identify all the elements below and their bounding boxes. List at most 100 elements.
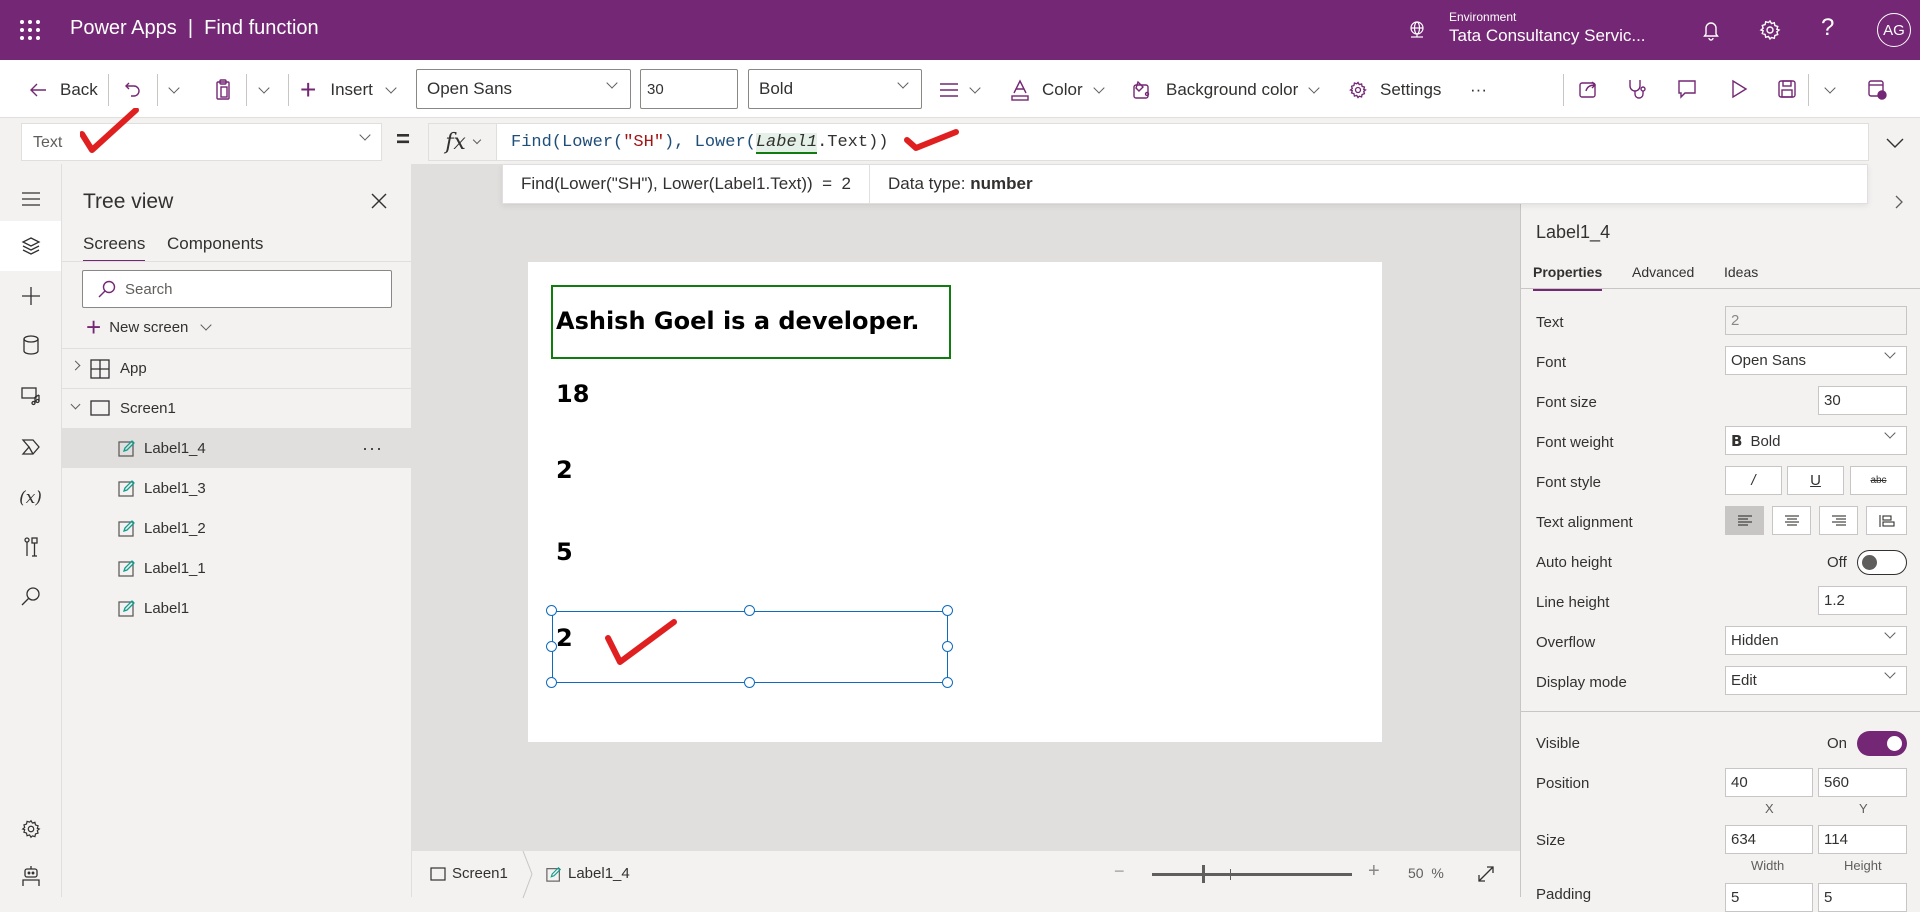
display-mode-prop-select[interactable]: Edit <box>1725 666 1907 695</box>
align-button[interactable] <box>939 78 981 102</box>
resize-handle[interactable] <box>744 677 755 688</box>
settings-nav-button[interactable] <box>0 804 61 854</box>
resize-handle[interactable] <box>942 677 953 688</box>
power-automate-nav-button[interactable] <box>0 422 61 472</box>
screen1-canvas[interactable]: Ashish Goel is a developer. 18 2 5 2 <box>528 262 1382 742</box>
resize-handle[interactable] <box>942 641 953 652</box>
help-icon[interactable]: ? <box>1821 14 1834 42</box>
publish-icon[interactable] <box>1866 78 1888 100</box>
resize-handle[interactable] <box>546 605 557 616</box>
font-weight-prop-select[interactable]: B Bold <box>1725 426 1907 455</box>
tree-node-label1-1[interactable]: Label1_1 <box>62 548 412 588</box>
share-icon[interactable] <box>1578 78 1600 100</box>
close-icon[interactable] <box>370 192 388 210</box>
undo-button[interactable] <box>123 78 143 102</box>
zoom-out-button[interactable]: − <box>1114 861 1125 882</box>
italic-button[interactable]: / <box>1725 466 1782 495</box>
insert-nav-button[interactable] <box>0 271 61 321</box>
app-checker-icon[interactable] <box>1626 78 1648 100</box>
settings-button[interactable]: Settings <box>1348 78 1441 102</box>
size-width-input[interactable]: 634 <box>1725 825 1813 854</box>
breadcrumb-screen[interactable]: Screen1 <box>430 865 508 882</box>
overflow-prop-select[interactable]: Hidden <box>1725 626 1907 655</box>
color-button[interactable]: Color <box>1010 78 1105 102</box>
paste-dropdown[interactable] <box>258 78 270 102</box>
variables-nav-button[interactable]: (x) <box>0 473 61 523</box>
tree-node-screen[interactable]: Screen1 <box>62 388 412 428</box>
font-size-prop-input[interactable]: 30 <box>1818 386 1907 415</box>
size-height-input[interactable]: 114 <box>1818 825 1907 854</box>
background-color-button[interactable]: Background color <box>1132 78 1320 102</box>
insert-button[interactable]: + Insert <box>300 76 397 104</box>
tree-node-label1-3[interactable]: Label1_3 <box>62 468 412 508</box>
back-button[interactable]: Back <box>28 78 98 102</box>
zoom-slider-thumb[interactable] <box>1202 865 1205 883</box>
tab-components[interactable]: Components <box>167 234 263 260</box>
tab-ideas[interactable]: Ideas <box>1724 264 1758 288</box>
label1-3-text[interactable]: 5 <box>556 538 573 566</box>
data-nav-button[interactable] <box>0 320 61 370</box>
line-height-prop-input[interactable]: 1.2 <box>1818 586 1907 615</box>
font-prop-select[interactable]: Open Sans <box>1725 346 1907 375</box>
padding-top-input[interactable]: 5 <box>1725 883 1813 912</box>
bell-icon[interactable] <box>1699 18 1723 42</box>
gear-icon[interactable] <box>1758 18 1782 42</box>
selected-control-name[interactable]: Label1_4 <box>1536 222 1610 243</box>
resize-handle[interactable] <box>744 605 755 616</box>
position-x-input[interactable]: 40 <box>1725 768 1813 797</box>
chevron-right-icon[interactable] <box>70 360 81 371</box>
tree-node-app[interactable]: App <box>62 348 412 388</box>
fit-to-window-icon[interactable] <box>1476 864 1496 884</box>
chevron-right-icon[interactable] <box>1891 194 1907 210</box>
environment-name[interactable]: Tata Consultancy Servic... <box>1449 26 1646 46</box>
media-nav-button[interactable] <box>0 371 61 421</box>
tree-node-label1[interactable]: Label1 <box>62 588 412 628</box>
search-nav-button[interactable] <box>0 571 61 621</box>
font-weight-select[interactable]: Bold <box>748 69 922 109</box>
align-left-button[interactable] <box>1725 506 1764 535</box>
paste-button[interactable] <box>213 78 233 102</box>
breadcrumb-control[interactable]: Label1_4 <box>546 865 630 882</box>
resize-handle[interactable] <box>942 605 953 616</box>
formula-input[interactable]: Find(Lower("SH"), Lower(Label1.Text)) <box>496 123 1869 161</box>
text-prop-input[interactable]: 2 <box>1725 306 1907 335</box>
strikethrough-button[interactable]: abc <box>1850 466 1907 495</box>
tab-properties[interactable]: Properties <box>1533 264 1603 291</box>
tab-screens[interactable]: Screens <box>83 234 146 262</box>
comment-icon[interactable] <box>1676 78 1698 100</box>
save-dropdown[interactable] <box>1824 78 1836 102</box>
menu-button[interactable] <box>0 174 61 224</box>
auto-height-toggle[interactable] <box>1857 550 1907 575</box>
resize-handle[interactable] <box>546 677 557 688</box>
app-launcher-icon[interactable] <box>20 20 40 40</box>
resize-handle[interactable] <box>546 641 557 652</box>
chevron-down-icon[interactable] <box>1880 128 1910 158</box>
label1-2-text[interactable]: 2 <box>556 456 573 484</box>
padding-bottom-input[interactable]: 5 <box>1818 883 1907 912</box>
font-size-input[interactable]: 30 <box>640 69 738 109</box>
tree-node-label1-4[interactable]: Label1_4 ··· <box>62 428 412 468</box>
play-icon[interactable] <box>1728 78 1750 100</box>
align-justify-button[interactable] <box>1866 506 1907 535</box>
undo-dropdown[interactable] <box>168 78 180 102</box>
visible-toggle[interactable] <box>1857 731 1907 756</box>
zoom-slider[interactable] <box>1152 865 1352 883</box>
save-icon[interactable] <box>1776 78 1798 100</box>
more-commands-button[interactable]: ··· <box>1470 78 1487 102</box>
tree-node-label1-2[interactable]: Label1_2 <box>62 508 412 548</box>
align-right-button[interactable] <box>1819 506 1858 535</box>
virtual-agent-nav-button[interactable] <box>0 851 61 901</box>
label1-1-text[interactable]: 18 <box>556 380 589 408</box>
zoom-in-button[interactable]: + <box>1368 860 1380 883</box>
chevron-down-icon[interactable] <box>70 399 81 410</box>
new-screen-button[interactable]: + New screen <box>86 312 213 342</box>
advanced-tools-nav-button[interactable] <box>0 522 61 572</box>
tree-view-button[interactable] <box>0 221 61 271</box>
align-center-button[interactable] <box>1772 506 1811 535</box>
underline-button[interactable]: U <box>1787 466 1844 495</box>
more-options-icon[interactable]: ··· <box>362 438 383 459</box>
tree-search-input[interactable]: Search <box>82 270 392 308</box>
property-select[interactable]: Text <box>21 123 382 161</box>
user-avatar[interactable]: AG <box>1877 13 1911 47</box>
fx-button[interactable]: fx <box>428 123 496 161</box>
